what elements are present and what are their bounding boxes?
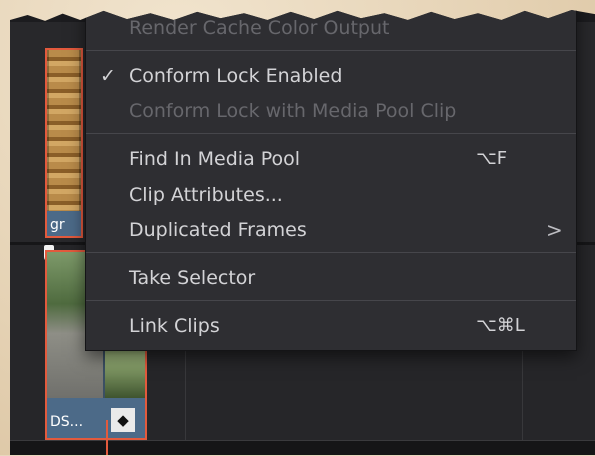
menu-item-find-in-media-pool[interactable]: Find In Media Pool ⌥F xyxy=(86,143,576,173)
menu-separator xyxy=(86,252,576,253)
clip-name-bar: gr xyxy=(47,211,81,236)
keyframe-diamond-icon[interactable]: ◆ xyxy=(111,408,135,432)
menu-separator xyxy=(86,300,576,301)
checkmark-icon: ✓ xyxy=(100,65,116,87)
clip-name: gr xyxy=(50,217,65,233)
shortcut-label: ⌥⌘L xyxy=(476,315,525,336)
clip-context-menu: Render Cache Color Output ✓ Conform Lock… xyxy=(85,10,577,351)
menu-item-clip-attributes[interactable]: Clip Attributes... xyxy=(86,179,576,209)
menu-item-conform-lock-enabled[interactable]: ✓ Conform Lock Enabled xyxy=(86,60,576,90)
menu-separator xyxy=(86,50,576,51)
clip-thumbnail xyxy=(47,50,81,213)
timeline-screenshot: gr DS... ◆ Render Cache Color Output ✓ C… xyxy=(10,10,595,455)
shortcut-label: ⌥F xyxy=(476,148,508,169)
playhead[interactable] xyxy=(106,420,108,455)
menu-separator xyxy=(86,133,576,134)
menu-item-conform-lock-media-pool[interactable]: Conform Lock with Media Pool Clip xyxy=(86,95,576,125)
menu-item-take-selector[interactable]: Take Selector xyxy=(86,262,576,292)
clip-name: DS... xyxy=(50,414,84,430)
submenu-chevron-icon: > xyxy=(546,218,563,242)
menu-item-duplicated-frames[interactable]: Duplicated Frames > xyxy=(86,214,576,244)
clip-name-bar: DS... ◆ xyxy=(47,398,145,438)
timeline-bottom-bar xyxy=(10,440,595,455)
menu-item-link-clips[interactable]: Link Clips ⌥⌘L xyxy=(86,310,576,340)
timeline-clip-1[interactable]: gr xyxy=(45,48,83,238)
